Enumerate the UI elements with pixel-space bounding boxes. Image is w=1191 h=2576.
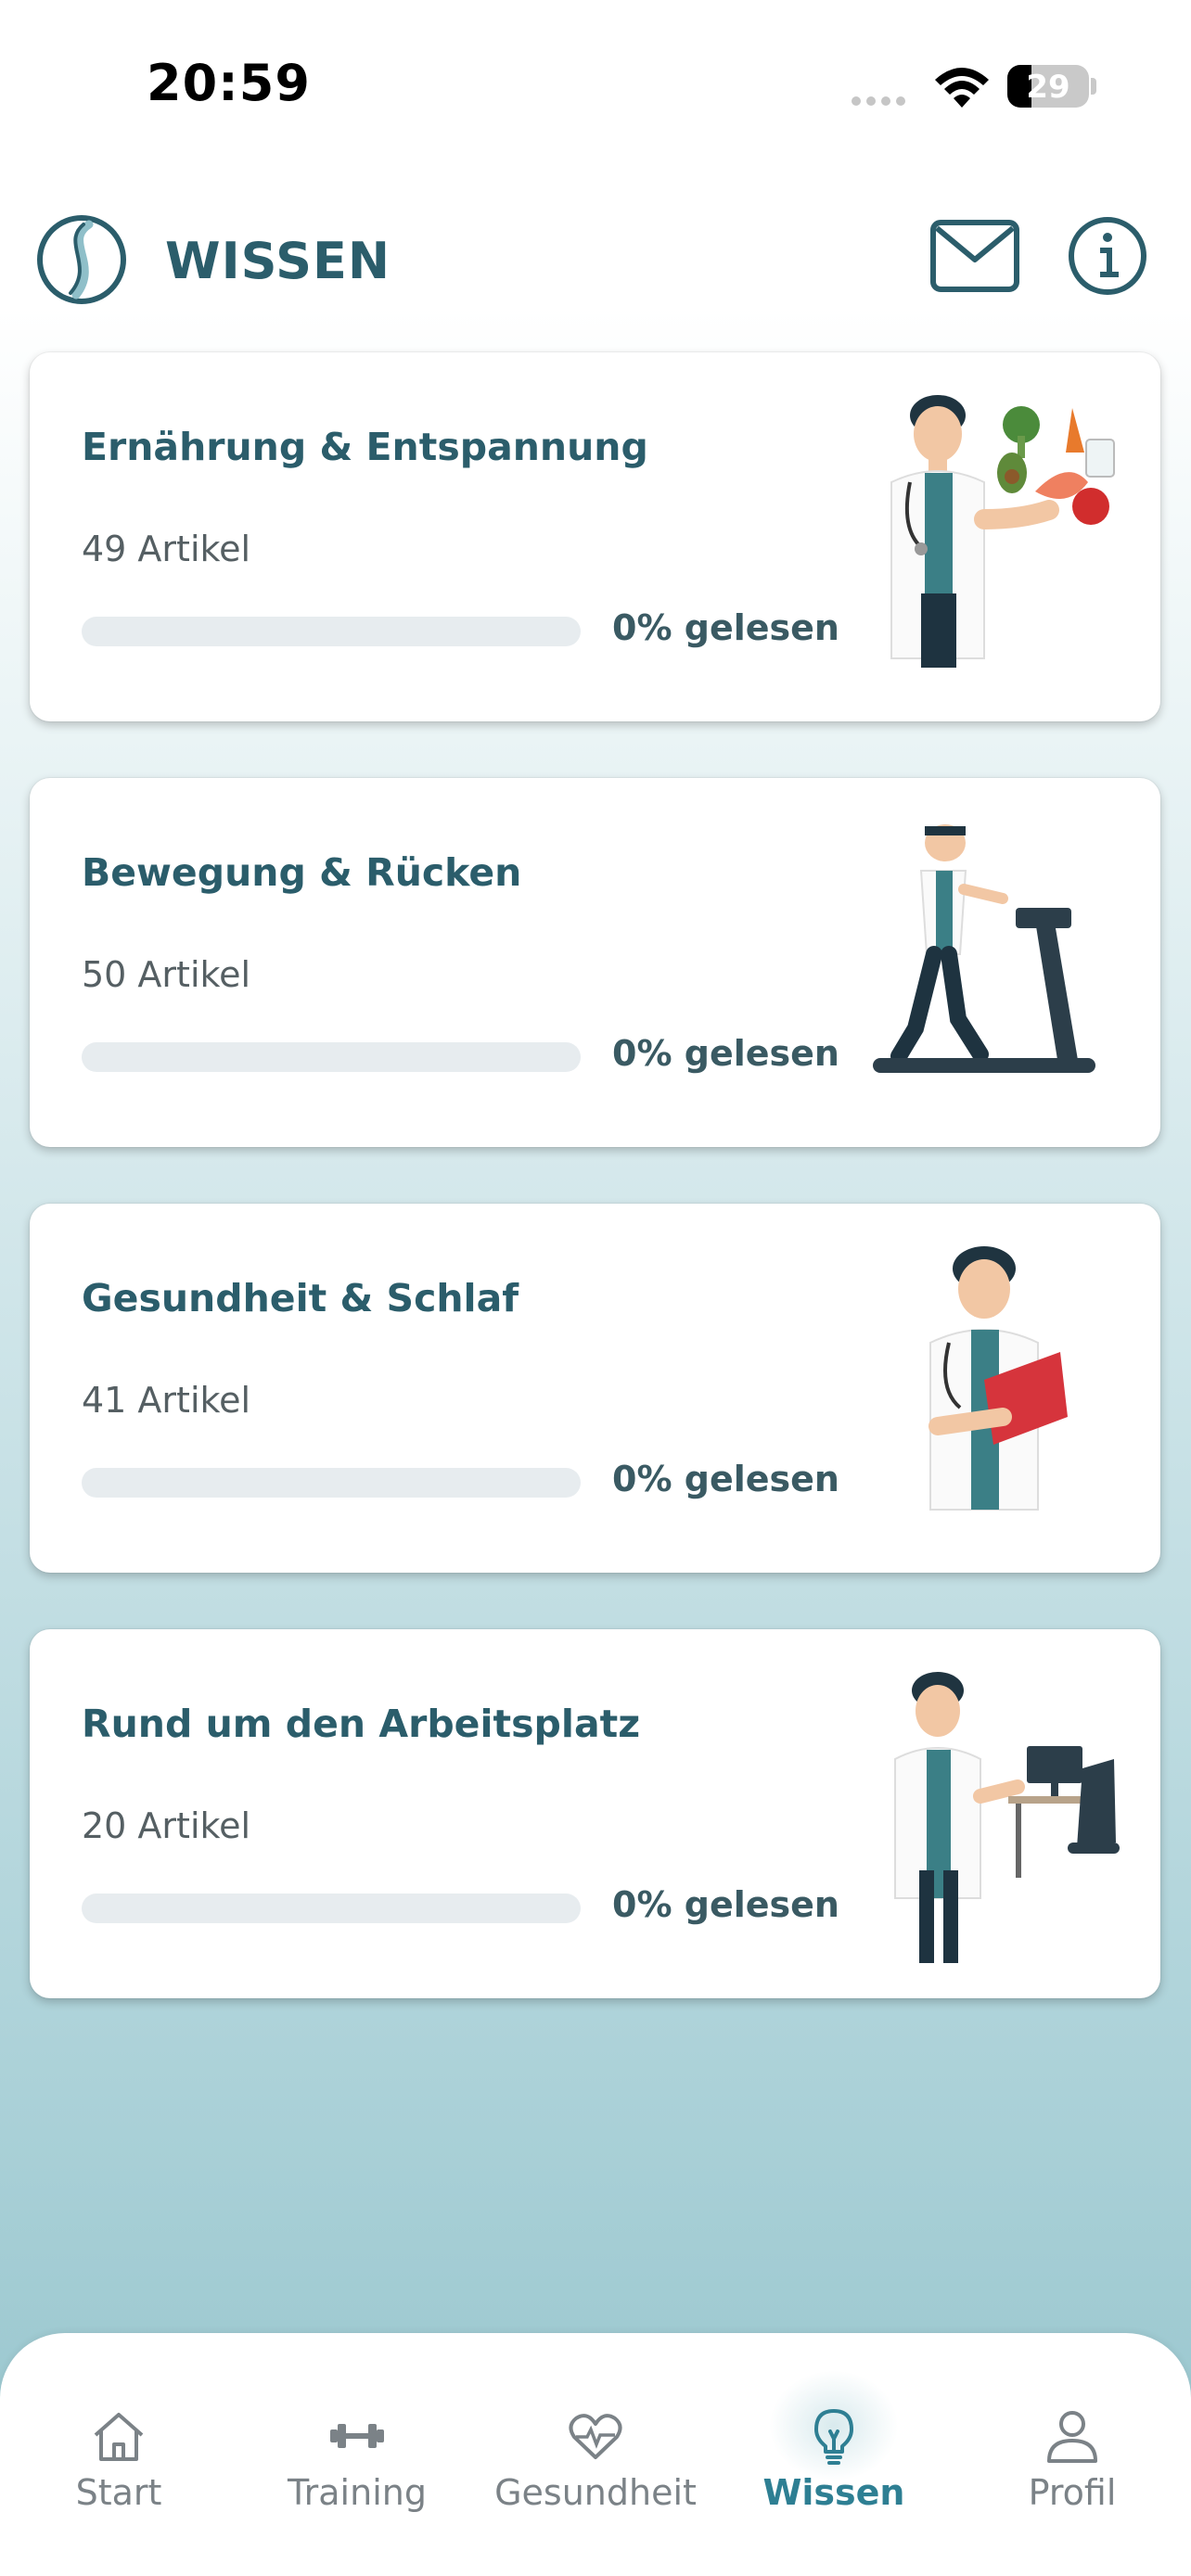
category-card-arbeitsplatz[interactable]: Rund um den Arbeitsplatz 20 Artikel 0% g… — [30, 1629, 1160, 1998]
page-title: WISSEN — [165, 232, 391, 290]
progress-label: 0% gelesen — [612, 607, 839, 648]
nav-label: Profil — [1028, 2472, 1117, 2513]
nav-label: Training — [288, 2472, 427, 2513]
doctor-book-illustration — [928, 1246, 1068, 1511]
category-card-bewegung[interactable]: Bewegung & Rücken 50 Artikel 0% gelesen — [30, 778, 1160, 1147]
progress-bar — [82, 1042, 581, 1072]
status-bar: 20:59 29 — [0, 0, 1191, 176]
lightbulb-icon — [814, 2409, 853, 2465]
category-card-gesundheit[interactable]: Gesundheit & Schlaf 41 Artikel 0% gelese… — [30, 1204, 1160, 1573]
progress-label: 0% gelesen — [612, 1459, 839, 1499]
progress-bar — [82, 1894, 581, 1923]
card-title: Gesundheit & Schlaf — [82, 1276, 519, 1320]
card-title: Ernährung & Entspannung — [82, 425, 648, 469]
nav-label: Start — [75, 2472, 162, 2513]
heart-pulse-icon — [569, 2414, 622, 2459]
status-time: 20:59 — [147, 54, 311, 112]
app-header: WISSEN — [0, 204, 1191, 315]
progress-label: 0% gelesen — [612, 1033, 839, 1074]
nav-item-gesundheit[interactable]: Gesundheit — [477, 2333, 714, 2576]
nav-item-start[interactable]: Start — [0, 2333, 237, 2576]
article-count: 50 Artikel — [82, 954, 251, 995]
nav-item-training[interactable]: Training — [238, 2333, 476, 2576]
battery-tip — [1091, 78, 1096, 95]
envelope-icon[interactable] — [929, 219, 1020, 293]
doctor-treadmill-illustration — [873, 824, 1095, 1073]
home-icon — [94, 2413, 144, 2461]
bottom-navigation: Start Training Gesundheit Wissen Profil — [0, 2333, 1191, 2576]
dumbbell-icon — [330, 2424, 384, 2448]
nav-label: Wissen — [762, 2472, 905, 2513]
nav-label: Gesundheit — [494, 2472, 697, 2513]
wifi-icon — [935, 68, 989, 108]
user-icon — [1047, 2411, 1097, 2463]
battery-icon: 29 — [1007, 65, 1089, 108]
article-count: 49 Artikel — [82, 529, 251, 569]
card-title: Bewegung & Rücken — [82, 850, 522, 895]
article-count: 20 Artikel — [82, 1805, 251, 1846]
progress-bar — [82, 617, 581, 646]
battery-level: 29 — [1026, 69, 1070, 106]
nav-item-wissen[interactable]: Wissen — [715, 2333, 953, 2576]
card-title: Rund um den Arbeitsplatz — [82, 1702, 641, 1746]
progress-bar — [82, 1468, 581, 1498]
category-card-ernaehrung[interactable]: Ernährung & Entspannung 49 Artikel 0% ge… — [30, 352, 1160, 721]
doctor-food-illustration — [890, 395, 1115, 668]
article-count: 41 Artikel — [82, 1380, 251, 1421]
doctor-desk-illustration — [894, 1672, 1120, 1963]
spine-logo-icon — [37, 215, 126, 304]
cellular-signal-icon — [852, 96, 905, 106]
nav-item-profil[interactable]: Profil — [954, 2333, 1191, 2576]
progress-label: 0% gelesen — [612, 1884, 839, 1925]
info-icon[interactable] — [1067, 215, 1148, 297]
